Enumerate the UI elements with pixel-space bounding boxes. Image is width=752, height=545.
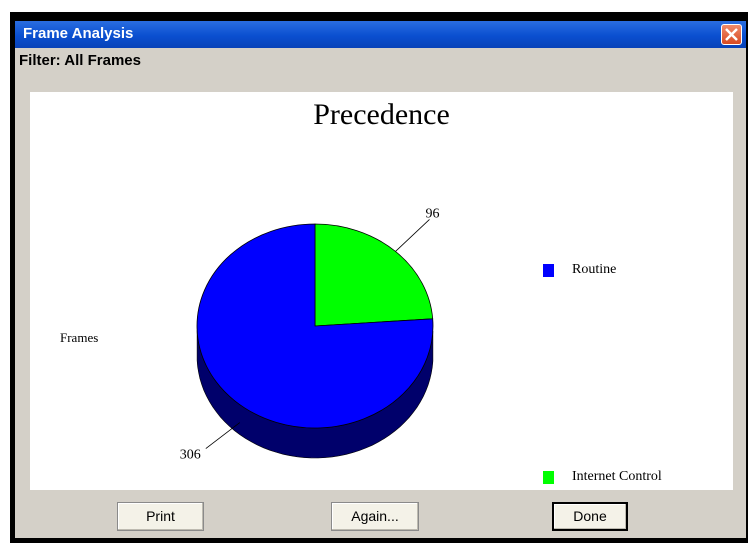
filter-label: Filter: All Frames bbox=[19, 52, 141, 69]
legend-label-internet-control: Internet Control bbox=[572, 469, 662, 484]
pie-chart: 96 306 bbox=[180, 206, 440, 463]
legend-swatch-routine bbox=[543, 264, 554, 277]
data-label-leader-internet-control bbox=[395, 219, 430, 252]
pie-slice-internet-control bbox=[314, 223, 434, 327]
done-button[interactable]: Done bbox=[552, 502, 628, 531]
window-client: Filter: All Frames Precedence Frames 96 3… bbox=[15, 48, 746, 538]
data-label-internet-control: 96 bbox=[426, 206, 440, 221]
print-button[interactable]: Print bbox=[117, 502, 204, 531]
again-button[interactable]: Again... bbox=[331, 502, 419, 531]
legend-label-routine: Routine bbox=[572, 262, 617, 277]
close-icon bbox=[725, 28, 738, 41]
legend-swatch-internet-control bbox=[543, 471, 554, 484]
title-bar[interactable]: Frame Analysis bbox=[15, 21, 746, 48]
close-button[interactable] bbox=[721, 24, 742, 45]
data-label-leader-routine bbox=[205, 422, 241, 449]
chart-area: Precedence Frames 96 306 Routine Internet… bbox=[30, 92, 733, 490]
window-title: Frame Analysis bbox=[23, 25, 134, 42]
frame-analysis-window: Frame Analysis Filter: All Frames Preced… bbox=[10, 12, 748, 543]
data-label-routine: 306 bbox=[180, 448, 201, 463]
